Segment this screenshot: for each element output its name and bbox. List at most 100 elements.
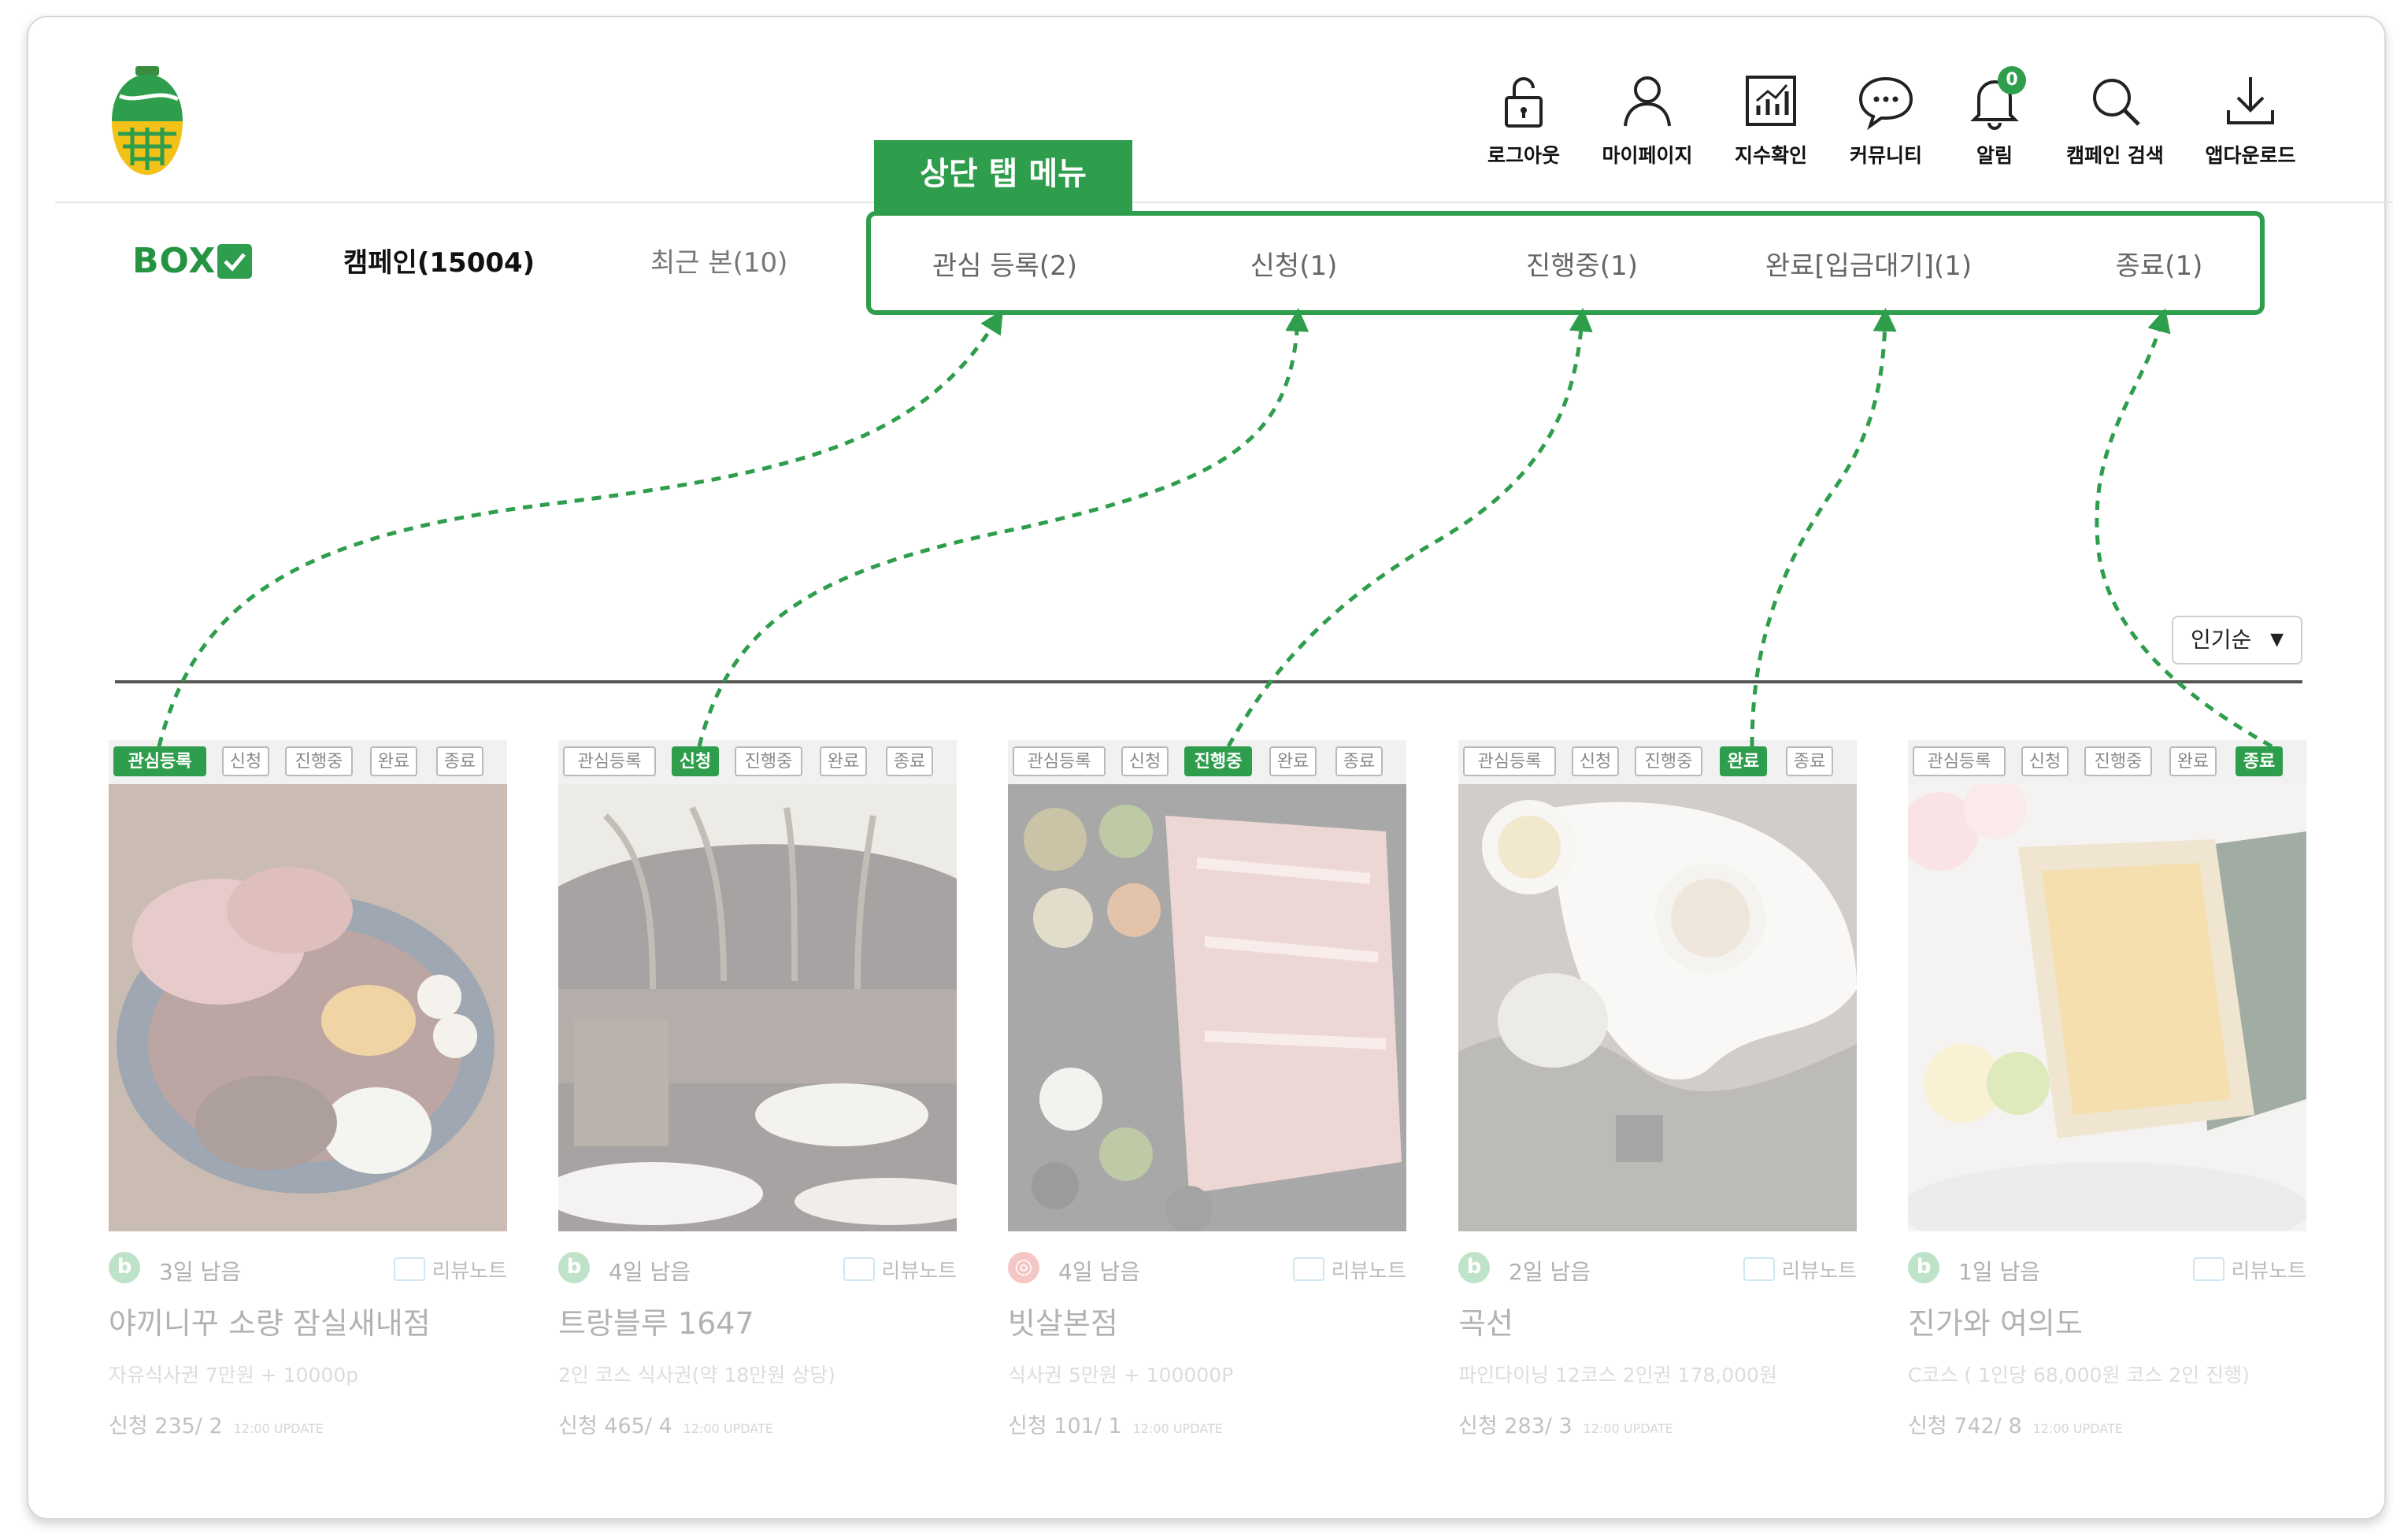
chip-applied: 신청 [1121,746,1169,776]
app-download-button[interactable]: 앱다운로드 [2191,69,2310,168]
days-left: 4일 남음 [609,1259,691,1285]
tab-recent[interactable]: 최근 본(10) [650,241,787,279]
campaign-card[interactable]: 관심등록 신청 진행중 완료 종료 ◎ 4일 남음 리뷰노트 빗살본점 식사권 … [1008,740,1406,1439]
meta-row: b 3일 남음 리뷰노트 [109,1244,507,1291]
chip-applied: 신청 [2021,746,2069,776]
campaign-photo[interactable] [1908,784,2306,1231]
chip-applied: 신청 [1572,746,1619,776]
days-left: 1일 남음 [1958,1259,2040,1285]
update-time: 12:00 UPDATE [2032,1421,2123,1436]
index-check-label: 지수확인 [1734,144,1807,167]
chip-completed: 완료 [1269,746,1317,776]
chip-completed: 완료 [1720,746,1767,776]
update-time: 12:00 UPDATE [233,1421,324,1436]
campaign-desc: 식사권 5만원 + 100000P [1008,1364,1234,1386]
blog-platform-icon: b [558,1252,590,1283]
chip-ended: 종료 [886,746,933,776]
chip-ended: 종료 [1335,746,1383,776]
review-note-icon [843,1257,876,1281]
chip-completed: 완료 [370,746,417,776]
top-tab-menu-tag: 상단 탭 메뉴 [874,140,1132,211]
meta-row: b 2일 남음 리뷰노트 [1458,1244,1857,1291]
campaign-name[interactable]: 트랑블루 1647 [558,1299,957,1342]
list-divider [115,680,2302,683]
campaign-card[interactable]: 관심등록 신청 진행중 완료 종료 b 2일 남음 리뷰노트 곡선 파인다이닝 … [1458,740,1857,1439]
chip-applied: 신청 [672,746,719,776]
meta-row: ◎ 4일 남음 리뷰노트 [1008,1244,1406,1291]
review-note-link[interactable]: 리뷰노트 [1743,1255,1857,1284]
status-chip-row: 관심등록 신청 진행중 완료 종료 [109,740,507,784]
box-label: BOX [132,241,217,281]
logo-icon[interactable] [109,65,186,178]
update-time: 12:00 UPDATE [683,1421,773,1436]
index-check-button[interactable]: 지수확인 [1712,69,1830,168]
campaign-photo[interactable] [558,784,957,1231]
campaign-photo[interactable] [1458,784,1857,1231]
apply-count: 신청 235/ 2 12:00 UPDATE [109,1414,324,1438]
review-note-icon [2193,1257,2225,1281]
search-icon [2084,69,2147,132]
tab-completed[interactable]: 완료[입금대기](1) [1765,244,1972,283]
tab-ended[interactable]: 종료(1) [2116,244,2203,283]
campaign-card[interactable]: 관심등록 신청 진행중 완료 종료 b 3일 남음 리뷰노트 야끼니꾸 소량 잠… [109,740,507,1439]
chip-interest: 관심등록 [113,746,206,776]
campaign-name[interactable]: 곡선 [1458,1299,1857,1342]
update-time: 12:00 UPDATE [1132,1421,1223,1436]
campaign-name[interactable]: 야끼니꾸 소량 잠실새내점 [109,1299,507,1342]
chip-in-progress: 진행중 [1184,746,1252,776]
campaign-photo[interactable] [109,784,507,1231]
chip-ended: 종료 [436,746,483,776]
tab-interest[interactable]: 관심 등록(2) [932,244,1077,283]
app-download-label: 앱다운로드 [2205,144,2296,167]
download-icon [2219,69,2282,132]
notification-badge: 0 [1998,66,2026,94]
chip-in-progress: 진행중 [285,746,353,776]
campaign-name[interactable]: 빗살본점 [1008,1299,1406,1342]
days-left: 3일 남음 [159,1259,241,1285]
update-time: 12:00 UPDATE [1583,1421,1673,1436]
chip-interest: 관심등록 [1013,746,1106,776]
status-chip-row: 관심등록 신청 진행중 완료 종료 [1008,740,1406,784]
campaign-search-label: 캠페인 검색 [2066,144,2164,167]
review-note-link[interactable]: 리뷰노트 [1293,1255,1406,1284]
review-note-link[interactable]: 리뷰노트 [394,1255,507,1284]
campaign-search-button[interactable]: 캠페인 검색 [2056,69,2174,168]
chip-completed: 완료 [820,746,867,776]
box-checkbox[interactable] [217,244,252,279]
apply-count: 신청 101/ 1 12:00 UPDATE [1008,1414,1223,1438]
review-note-icon [1293,1257,1325,1281]
chip-in-progress: 진행중 [735,746,802,776]
campaign-photo[interactable] [1008,784,1406,1231]
blog-platform-icon: b [1458,1252,1490,1283]
mypage-button[interactable]: 마이페이지 [1588,69,1706,168]
tab-campaign[interactable]: 캠페인(15004) [343,241,535,279]
sort-label: 인기순 [2191,627,2252,653]
community-button[interactable]: 커뮤니티 [1827,69,1945,168]
days-left: 4일 남음 [1058,1259,1140,1285]
campaign-card[interactable]: 관심등록 신청 진행중 완료 종료 b 1일 남음 리뷰노트 진가와 여의도 C… [1908,740,2306,1439]
review-note-link[interactable]: 리뷰노트 [843,1255,957,1284]
campaign-card[interactable]: 관심등록 신청 진행중 완료 종료 b 4일 남음 리뷰노트 트랑블루 1647… [558,740,957,1439]
status-chip-row: 관심등록 신청 진행중 완료 종료 [1458,740,1857,784]
review-note-icon [1743,1257,1776,1281]
tab-in-progress[interactable]: 진행중(1) [1526,244,1638,283]
notification-button[interactable]: 0 알림 [1936,66,2054,168]
campaign-desc: 자유식사권 7만원 + 10000p [109,1364,359,1386]
chip-in-progress: 진행중 [1635,746,1702,776]
lock-icon [1492,69,1555,132]
blog-platform-icon: b [1908,1252,1939,1283]
logout-button[interactable]: 로그아웃 [1465,69,1583,168]
chat-icon [1854,69,1917,132]
chip-interest: 관심등록 [1913,746,2006,776]
status-chip-row: 관심등록 신청 진행중 완료 종료 [558,740,957,784]
status-chip-row: 관심등록 신청 진행중 완료 종료 [1908,740,2306,784]
review-note-link[interactable]: 리뷰노트 [2193,1255,2306,1284]
tab-applied[interactable]: 신청(1) [1250,244,1338,283]
campaign-desc: 파인다이닝 12코스 2인권 178,000원 [1458,1364,1777,1386]
chart-icon [1739,69,1802,132]
chip-interest: 관심등록 [1463,746,1556,776]
chip-applied: 신청 [222,746,269,776]
apply-count: 신청 283/ 3 12:00 UPDATE [1458,1414,1673,1438]
campaign-name[interactable]: 진가와 여의도 [1908,1299,2306,1342]
sort-dropdown[interactable]: 인기순 ▼ [2172,616,2302,664]
